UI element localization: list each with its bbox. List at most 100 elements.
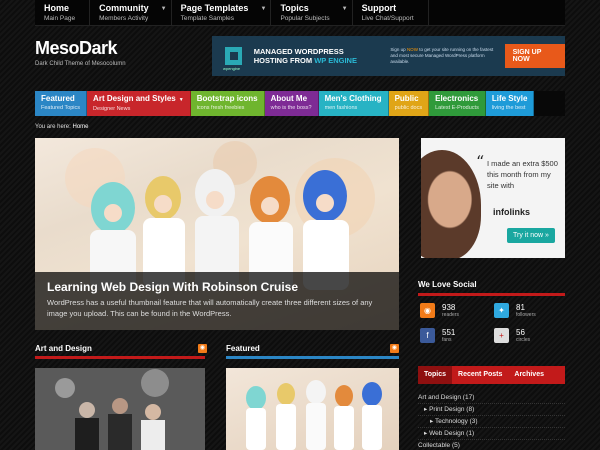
- art-post-image: [35, 368, 205, 450]
- infolinks-ad[interactable]: “ I made an extra $500 this month from m…: [421, 138, 565, 258]
- topnav-item-title: Support: [361, 3, 397, 13]
- rss-icon: ◉: [420, 303, 435, 318]
- social-counter-facebook[interactable]: f 551 fans: [420, 328, 455, 343]
- topnav-item-subtitle: Members Activity: [99, 15, 149, 22]
- tab-topics[interactable]: Topics: [418, 366, 453, 384]
- dropdown-arrow-icon: ▼: [341, 6, 348, 12]
- breadcrumb-home-link[interactable]: Home: [72, 124, 88, 130]
- social-counter-rss[interactable]: ◉ 938 readers: [420, 303, 459, 318]
- tab-recent-posts[interactable]: Recent Posts: [452, 366, 508, 384]
- category-bootstrap-icons[interactable]: Bootstrap icons icons fresh freebies: [190, 91, 265, 116]
- category-subtitle: Latest E-Products: [435, 105, 479, 111]
- topnav-item-subtitle: Popular Subjects: [280, 15, 330, 22]
- category-title-text: Life Style: [491, 94, 528, 103]
- topnav-item-home[interactable]: Home Main Page: [35, 0, 91, 26]
- category-featured[interactable]: Featured Featured Topics: [35, 91, 88, 116]
- topics-list: Art and Design (17) ▸ Print Design (8) ▸ T…: [418, 392, 565, 450]
- featured-post-thumbnail[interactable]: [226, 368, 399, 450]
- category-subtitle: who is the boss?: [270, 105, 312, 111]
- featured-post-image: [246, 380, 382, 450]
- breadcrumb-prefix: You are here:: [35, 124, 71, 130]
- topnav-item-subtitle: Template Samples: [180, 15, 235, 22]
- quote-icon: “: [476, 152, 485, 171]
- topic-item[interactable]: Collectable (5): [418, 440, 565, 450]
- ad-copy-highlight: NOW: [406, 47, 418, 52]
- topic-label: Technology (3): [434, 418, 478, 425]
- category-title: Bootstrap icons: [197, 94, 258, 104]
- topic-label: Print Design (8): [429, 406, 475, 413]
- category-subtitle: living the best: [491, 105, 526, 111]
- ad-headline-highlight: WP ENGINE: [314, 56, 357, 65]
- ad-copy-2: to get your site running on the fastest …: [390, 47, 494, 64]
- site-logo[interactable]: MesoDark: [35, 38, 118, 59]
- social-counter-google-plus[interactable]: +56 circles: [494, 328, 530, 343]
- hero-description: WordPress has a useful thumbnail feature…: [47, 298, 373, 318]
- top-navigation: Home Main Page Community Members Activity ▼ P…: [35, 0, 565, 26]
- section-heading-featured[interactable]: Featured: [226, 344, 260, 353]
- social-count-label: circles: [516, 337, 531, 343]
- try-it-now-button[interactable]: Try it now »: [507, 228, 555, 243]
- topnav-item-subtitle: Main Page: [44, 15, 76, 22]
- ad-copy-1: Sign up: [390, 47, 406, 52]
- category-public[interactable]: Public public docs: [388, 91, 430, 116]
- ad-brand: wpengine: [223, 66, 241, 71]
- twitter-icon: ✦: [494, 303, 509, 318]
- social-count: 56: [516, 328, 525, 337]
- topnav-item-support[interactable]: Support Live Chat/Support: [353, 0, 429, 26]
- facebook-icon: f: [420, 328, 435, 343]
- ad-headline-line-1: MANAGED WORDPRESS: [253, 47, 344, 56]
- category-title-text: Men's Clothing: [324, 94, 382, 103]
- hero-caption: Learning Web Design With Robinson Cruise…: [35, 272, 399, 330]
- topnav-item-page-templates[interactable]: Page Templates Template Samples ▼: [172, 0, 272, 26]
- category-subtitle: public docs: [394, 105, 423, 111]
- category-title: Public: [395, 94, 423, 104]
- category-subtitle: men fashions: [324, 105, 358, 111]
- category-title: Life Style: [492, 94, 528, 104]
- social-count: 938: [442, 303, 456, 312]
- category-subtitle: icons fresh freebies: [196, 105, 245, 111]
- art-section-underline: [35, 356, 205, 359]
- art-post-thumbnail[interactable]: [35, 368, 205, 450]
- social-count-label: readers: [442, 312, 459, 318]
- hero-title[interactable]: Learning Web Design With Robinson Cruise: [47, 280, 387, 294]
- social-count-label: fans: [442, 337, 452, 343]
- category-men-s-clothing[interactable]: Men's Clothing men fashions: [318, 91, 389, 116]
- topic-item[interactable]: Art and Design (17): [418, 392, 565, 404]
- social-counter-twitter[interactable]: ✦ 81 followers: [494, 303, 536, 318]
- social-heading-underline: [418, 293, 565, 296]
- rss-icon[interactable]: ◉: [198, 344, 207, 353]
- header-ad-banner[interactable]: wpengine MANAGED WORDPRESS HOSTING FROM …: [212, 36, 565, 76]
- category-title-text: Art Design and Styles: [93, 94, 176, 103]
- category-title: Featured: [41, 94, 80, 104]
- ad-brand-infolinks: infolinks: [493, 207, 531, 217]
- topnav-item-topics[interactable]: Topics Popular Subjects ▼: [271, 0, 353, 26]
- breadcrumb: You are here: Home: [35, 124, 89, 130]
- dropdown-arrow-icon: ▼: [260, 6, 267, 12]
- sign-up-button[interactable]: SIGN UP NOW: [504, 44, 565, 68]
- ad-headline: MANAGED WORDPRESS HOSTING FROM WP ENGINE: [254, 47, 366, 65]
- category-title-text: Public: [394, 94, 419, 103]
- category-title-text: Electronics: [435, 94, 479, 103]
- category-title-text: Bootstrap icons: [196, 94, 258, 103]
- topic-item[interactable]: ▸ Web Design (1): [418, 428, 565, 440]
- wpengine-logo-icon: [225, 47, 242, 65]
- category-electronics[interactable]: Electronics Latest E-Products: [429, 91, 486, 116]
- ad-headline-line-2: HOSTING FROM: [253, 56, 313, 65]
- section-heading-art-and-design[interactable]: Art and Design: [35, 344, 92, 353]
- topnav-item-subtitle: Live Chat/Support: [361, 15, 414, 22]
- topic-item[interactable]: ▸ Technology (3): [418, 416, 565, 428]
- social-count: 551: [442, 328, 456, 337]
- topic-label: Web Design (1): [429, 430, 475, 437]
- category-art-design-and-styles[interactable]: Art Design and Styles ▼ Designer News: [87, 91, 191, 116]
- category-title: Art Design and Styles ▼: [93, 94, 184, 105]
- topic-item[interactable]: ▸ Print Design (8): [418, 404, 565, 416]
- category-life-style[interactable]: Life Style living the best: [485, 91, 535, 116]
- featured-slider[interactable]: Learning Web Design With Robinson Cruise…: [35, 138, 399, 330]
- topnav-item-community[interactable]: Community Members Activity ▼: [90, 0, 172, 26]
- tab-archives[interactable]: Archives: [508, 366, 550, 384]
- topic-label: Art and Design (17): [418, 394, 475, 401]
- rss-icon[interactable]: ◉: [390, 344, 399, 353]
- featured-section-underline: [226, 356, 399, 359]
- category-title-text: Featured: [41, 94, 75, 103]
- category-about-me[interactable]: About Me who is the boss?: [264, 91, 319, 116]
